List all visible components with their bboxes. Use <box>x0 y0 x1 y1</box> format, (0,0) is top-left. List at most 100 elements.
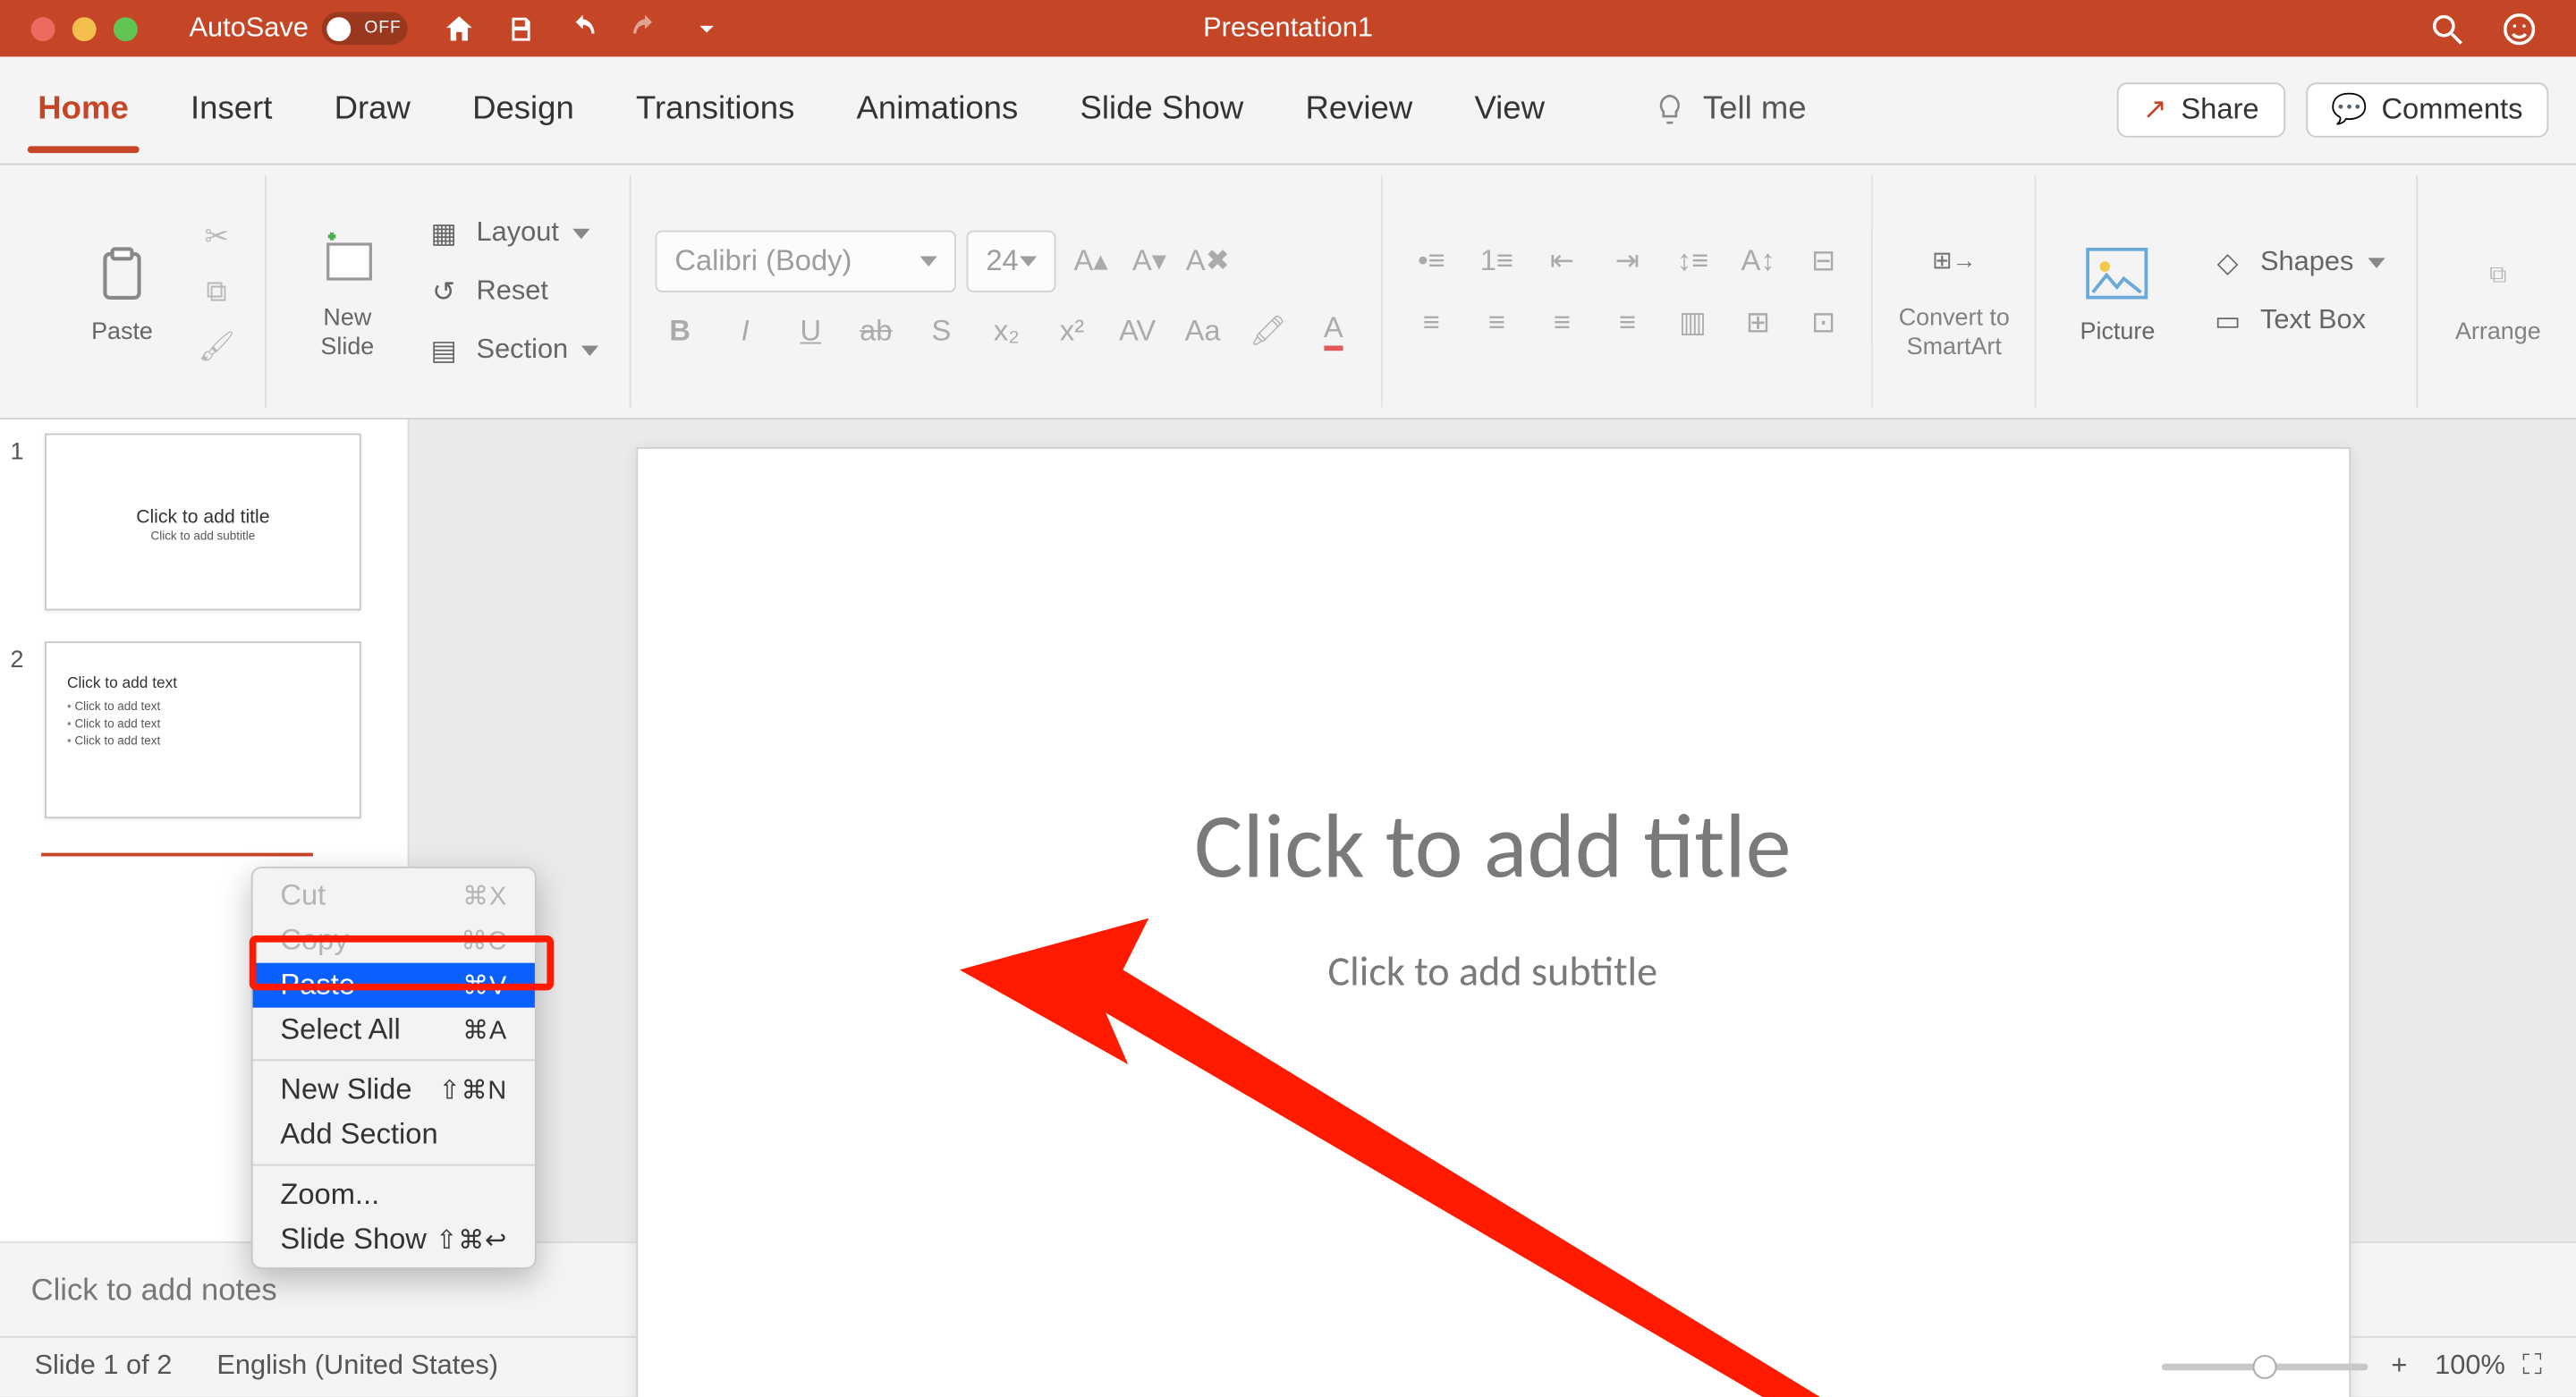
autosave-state: OFF <box>364 19 401 38</box>
thumbnail-row[interactable]: 2 Click to add text Click to add text Cl… <box>11 641 391 818</box>
align-right-icon[interactable]: ≡ <box>1538 300 1587 344</box>
reset-button[interactable]: ↺Reset <box>418 267 606 316</box>
ctx-select-all[interactable]: Select All⌘A <box>253 1008 535 1053</box>
tab-transitions[interactable]: Transitions <box>629 91 801 129</box>
share-button[interactable]: ↗Share <box>2117 82 2285 138</box>
zoom-percent[interactable]: 100% <box>2435 1351 2505 1383</box>
increase-font-icon[interactable]: A▴ <box>1067 238 1115 283</box>
convert-smartart-button[interactable]: ⊞→ Convert toSmartArt <box>1897 224 2011 359</box>
chevron-down-icon <box>582 344 599 355</box>
quick-styles-button[interactable]: ✎ QuickStyles <box>2569 224 2576 359</box>
align-text-icon[interactable]: ⊟ <box>1800 238 1848 283</box>
subscript-icon[interactable]: x₂ <box>983 309 1031 353</box>
list-level-icon[interactable]: ⊞ <box>1734 300 1783 344</box>
search-icon[interactable] <box>2428 10 2466 47</box>
autosave-toggle[interactable]: AutoSave OFF <box>189 12 408 45</box>
align-center-icon[interactable]: ≡ <box>1472 300 1521 344</box>
underline-icon[interactable]: U <box>786 309 835 353</box>
highlight-icon[interactable]: 🖍 <box>1244 309 1292 353</box>
char-spacing-icon[interactable]: AV <box>1114 309 1162 353</box>
align-left-icon[interactable]: ≡ <box>1407 300 1455 344</box>
font-color-icon[interactable]: A <box>1309 309 1358 353</box>
ctx-zoom[interactable]: Zoom... <box>253 1173 535 1217</box>
home-icon[interactable] <box>441 10 479 47</box>
shadow-icon[interactable]: S <box>917 309 965 353</box>
smartart-icon: ⊞→ <box>1918 224 1990 297</box>
numbering-icon[interactable]: 1≡ <box>1472 238 1521 283</box>
slide[interactable]: Click to add title Click to add subtitle <box>635 447 2350 1397</box>
cut-icon[interactable]: ✂ <box>192 214 241 258</box>
superscript-icon[interactable]: x² <box>1048 309 1097 353</box>
thumbnail-row[interactable]: 1 Click to add title Click to add subtit… <box>11 433 391 610</box>
window-controls <box>31 16 138 40</box>
new-slide-button[interactable]: NewSlide <box>291 224 404 359</box>
line-spacing-icon[interactable]: ↕≡ <box>1669 238 1717 283</box>
undo-icon[interactable] <box>564 10 602 47</box>
section-button[interactable]: ▤Section <box>418 326 606 374</box>
subtitle-placeholder[interactable]: Click to add subtitle <box>637 947 2348 997</box>
maximize-window-button[interactable] <box>114 16 138 40</box>
tell-me-search[interactable]: Tell me <box>1651 91 1806 129</box>
thumbnail-slide-2[interactable]: Click to add text Click to add text Clic… <box>45 641 361 818</box>
tab-animations[interactable]: Animations <box>850 91 1025 129</box>
ctx-cut[interactable]: Cut⌘X <box>253 874 535 919</box>
copy-icon[interactable]: ⧉ <box>192 269 241 314</box>
change-case-icon[interactable]: Aa <box>1179 309 1227 353</box>
columns-icon[interactable]: ▥ <box>1669 300 1717 344</box>
zoom-in-button[interactable]: + <box>2391 1351 2407 1383</box>
tell-me-label: Tell me <box>1703 91 1807 129</box>
align-objects-icon[interactable]: ⊡ <box>1800 300 1848 344</box>
tab-insert[interactable]: Insert <box>183 91 279 129</box>
thumbnail-slide-1[interactable]: Click to add title Click to add subtitle <box>45 433 361 610</box>
smiley-feedback-icon[interactable] <box>2500 10 2538 47</box>
strikethrough-icon[interactable]: ab <box>852 309 900 353</box>
thumbnail-title: Click to add text <box>67 674 177 691</box>
ctx-new-slide[interactable]: New Slide⇧⌘N <box>253 1068 535 1113</box>
text-direction-icon[interactable]: A↕ <box>1734 238 1783 283</box>
redo-icon[interactable] <box>627 10 665 47</box>
bold-icon[interactable]: B <box>656 309 704 353</box>
language-status[interactable]: English (United States) <box>216 1351 498 1383</box>
decrease-font-icon[interactable]: A▾ <box>1125 238 1174 283</box>
ctx-slide-show[interactable]: Slide Show⇧⌘↩ <box>253 1217 535 1262</box>
tab-design[interactable]: Design <box>465 91 580 129</box>
save-icon[interactable] <box>503 10 540 47</box>
comments-button[interactable]: 💬Comments <box>2306 82 2549 138</box>
decrease-indent-icon[interactable]: ⇤ <box>1538 238 1587 283</box>
ctx-separator <box>253 1164 535 1166</box>
font-name-select[interactable]: Calibri (Body) <box>656 230 956 292</box>
increase-indent-icon[interactable]: ⇥ <box>1604 238 1652 283</box>
justify-icon[interactable]: ≡ <box>1604 300 1652 344</box>
format-painter-icon[interactable]: 🖌 <box>192 324 241 368</box>
italic-icon[interactable]: I <box>721 309 769 353</box>
qat-customize-icon[interactable] <box>689 10 726 47</box>
arrange-button[interactable]: ⧉ Arrange <box>2441 238 2555 344</box>
textbox-button[interactable]: ▭Text Box <box>2202 297 2392 345</box>
new-slide-label-1: New <box>323 303 371 331</box>
ctx-add-section[interactable]: Add Section <box>253 1113 535 1157</box>
tab-review[interactable]: Review <box>1299 91 1419 129</box>
zoom-slider[interactable] <box>2161 1364 2368 1371</box>
bullets-icon[interactable]: •≡ <box>1407 238 1455 283</box>
ctx-copy[interactable]: Copy⌘C <box>253 919 535 963</box>
shapes-button[interactable]: ◇Shapes <box>2202 238 2392 286</box>
fit-to-window-button[interactable]: ⛶ <box>2522 1351 2542 1383</box>
clear-format-icon[interactable]: A✖ <box>1183 238 1232 283</box>
ctx-paste[interactable]: Paste⌘V <box>253 963 535 1008</box>
close-window-button[interactable] <box>31 16 55 40</box>
picture-button[interactable]: Picture <box>2061 238 2174 344</box>
layout-button[interactable]: ▦Layout <box>418 209 606 258</box>
slide-canvas-area[interactable]: Click to add title Click to add subtitle <box>410 419 2576 1241</box>
ribbon: Paste ✂ ⧉ 🖌 NewSlide ▦Layout ↺Reset ▤Sec… <box>0 165 2576 420</box>
tab-home[interactable]: Home <box>31 91 136 129</box>
font-size-select[interactable]: 24 <box>967 230 1056 292</box>
tab-view[interactable]: View <box>1468 91 1552 129</box>
paste-button[interactable]: Paste <box>65 238 179 344</box>
tab-slideshow[interactable]: Slide Show <box>1073 91 1250 129</box>
slide-counter[interactable]: Slide 1 of 2 <box>34 1351 172 1383</box>
slide-thumbnails-panel[interactable]: 1 Click to add title Click to add subtit… <box>0 419 410 1241</box>
autosave-label: AutoSave <box>189 13 308 44</box>
tab-draw[interactable]: Draw <box>327 91 418 129</box>
title-placeholder[interactable]: Click to add title <box>637 792 2348 902</box>
minimize-window-button[interactable] <box>72 16 97 40</box>
